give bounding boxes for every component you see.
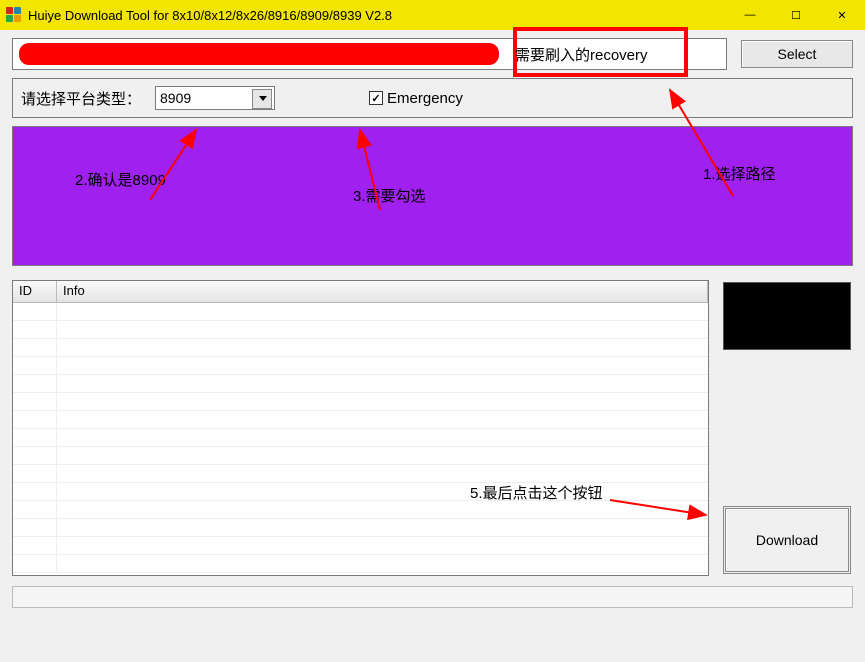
maximize-button[interactable]: ☐ — [773, 0, 819, 30]
table-row — [13, 501, 708, 519]
table-row — [13, 375, 708, 393]
col-info[interactable]: Info — [57, 281, 708, 302]
table-row — [13, 555, 708, 573]
annotation-2: 2.确认是8909 — [75, 169, 166, 190]
table-row — [13, 429, 708, 447]
path-row: 需要刷入的recovery Select — [12, 38, 853, 70]
table-row — [13, 447, 708, 465]
table-row — [13, 465, 708, 483]
table-row — [13, 357, 708, 375]
app-icon — [6, 7, 22, 23]
table-row — [13, 393, 708, 411]
table-row — [13, 483, 708, 501]
table-row — [13, 303, 708, 321]
log-table: ID Info — [12, 280, 709, 576]
download-button[interactable]: Download — [723, 506, 851, 574]
right-column: Download — [723, 280, 853, 576]
bottom-area: ID Info Downl — [12, 280, 853, 576]
select-button[interactable]: Select — [741, 40, 853, 68]
table-body[interactable] — [13, 303, 708, 575]
annotation-3: 3.需要勾选 — [353, 185, 426, 206]
window-title: Huiye Download Tool for 8x10/8x12/8x26/8… — [28, 8, 727, 23]
table-row — [13, 321, 708, 339]
path-text: 需要刷入的recovery — [515, 44, 648, 65]
purple-panel: 2.确认是8909 3.需要勾选 1.选择路径 — [12, 126, 853, 266]
window-controls: — ☐ ✕ — [727, 0, 865, 30]
redaction-mark — [19, 43, 499, 65]
emergency-label: Emergency — [387, 90, 463, 107]
table-header: ID Info — [13, 281, 708, 303]
table-row — [13, 339, 708, 357]
platform-combo-value: 8909 — [160, 90, 191, 106]
client-area: 需要刷入的recovery Select 请选择平台类型： 8909 Emerg… — [0, 30, 865, 662]
status-bar — [12, 586, 853, 608]
chevron-down-icon — [259, 96, 267, 101]
table-row — [13, 411, 708, 429]
preview-box — [723, 282, 851, 350]
annotation-5: 5.最后点击这个按钮 — [470, 482, 603, 503]
emergency-checkbox[interactable] — [369, 91, 383, 105]
table-row — [13, 519, 708, 537]
minimize-button[interactable]: — — [727, 0, 773, 30]
platform-panel: 请选择平台类型： 8909 Emergency — [12, 78, 853, 118]
platform-label: 请选择平台类型： — [21, 88, 141, 109]
titlebar[interactable]: Huiye Download Tool for 8x10/8x12/8x26/8… — [0, 0, 865, 30]
platform-combo[interactable]: 8909 — [155, 86, 275, 110]
close-button[interactable]: ✕ — [819, 0, 865, 30]
path-input[interactable]: 需要刷入的recovery — [12, 38, 727, 70]
annotation-1: 1.选择路径 — [703, 163, 776, 184]
emergency-checkbox-wrap: Emergency — [369, 90, 463, 107]
col-id[interactable]: ID — [13, 281, 57, 302]
table-row — [13, 537, 708, 555]
